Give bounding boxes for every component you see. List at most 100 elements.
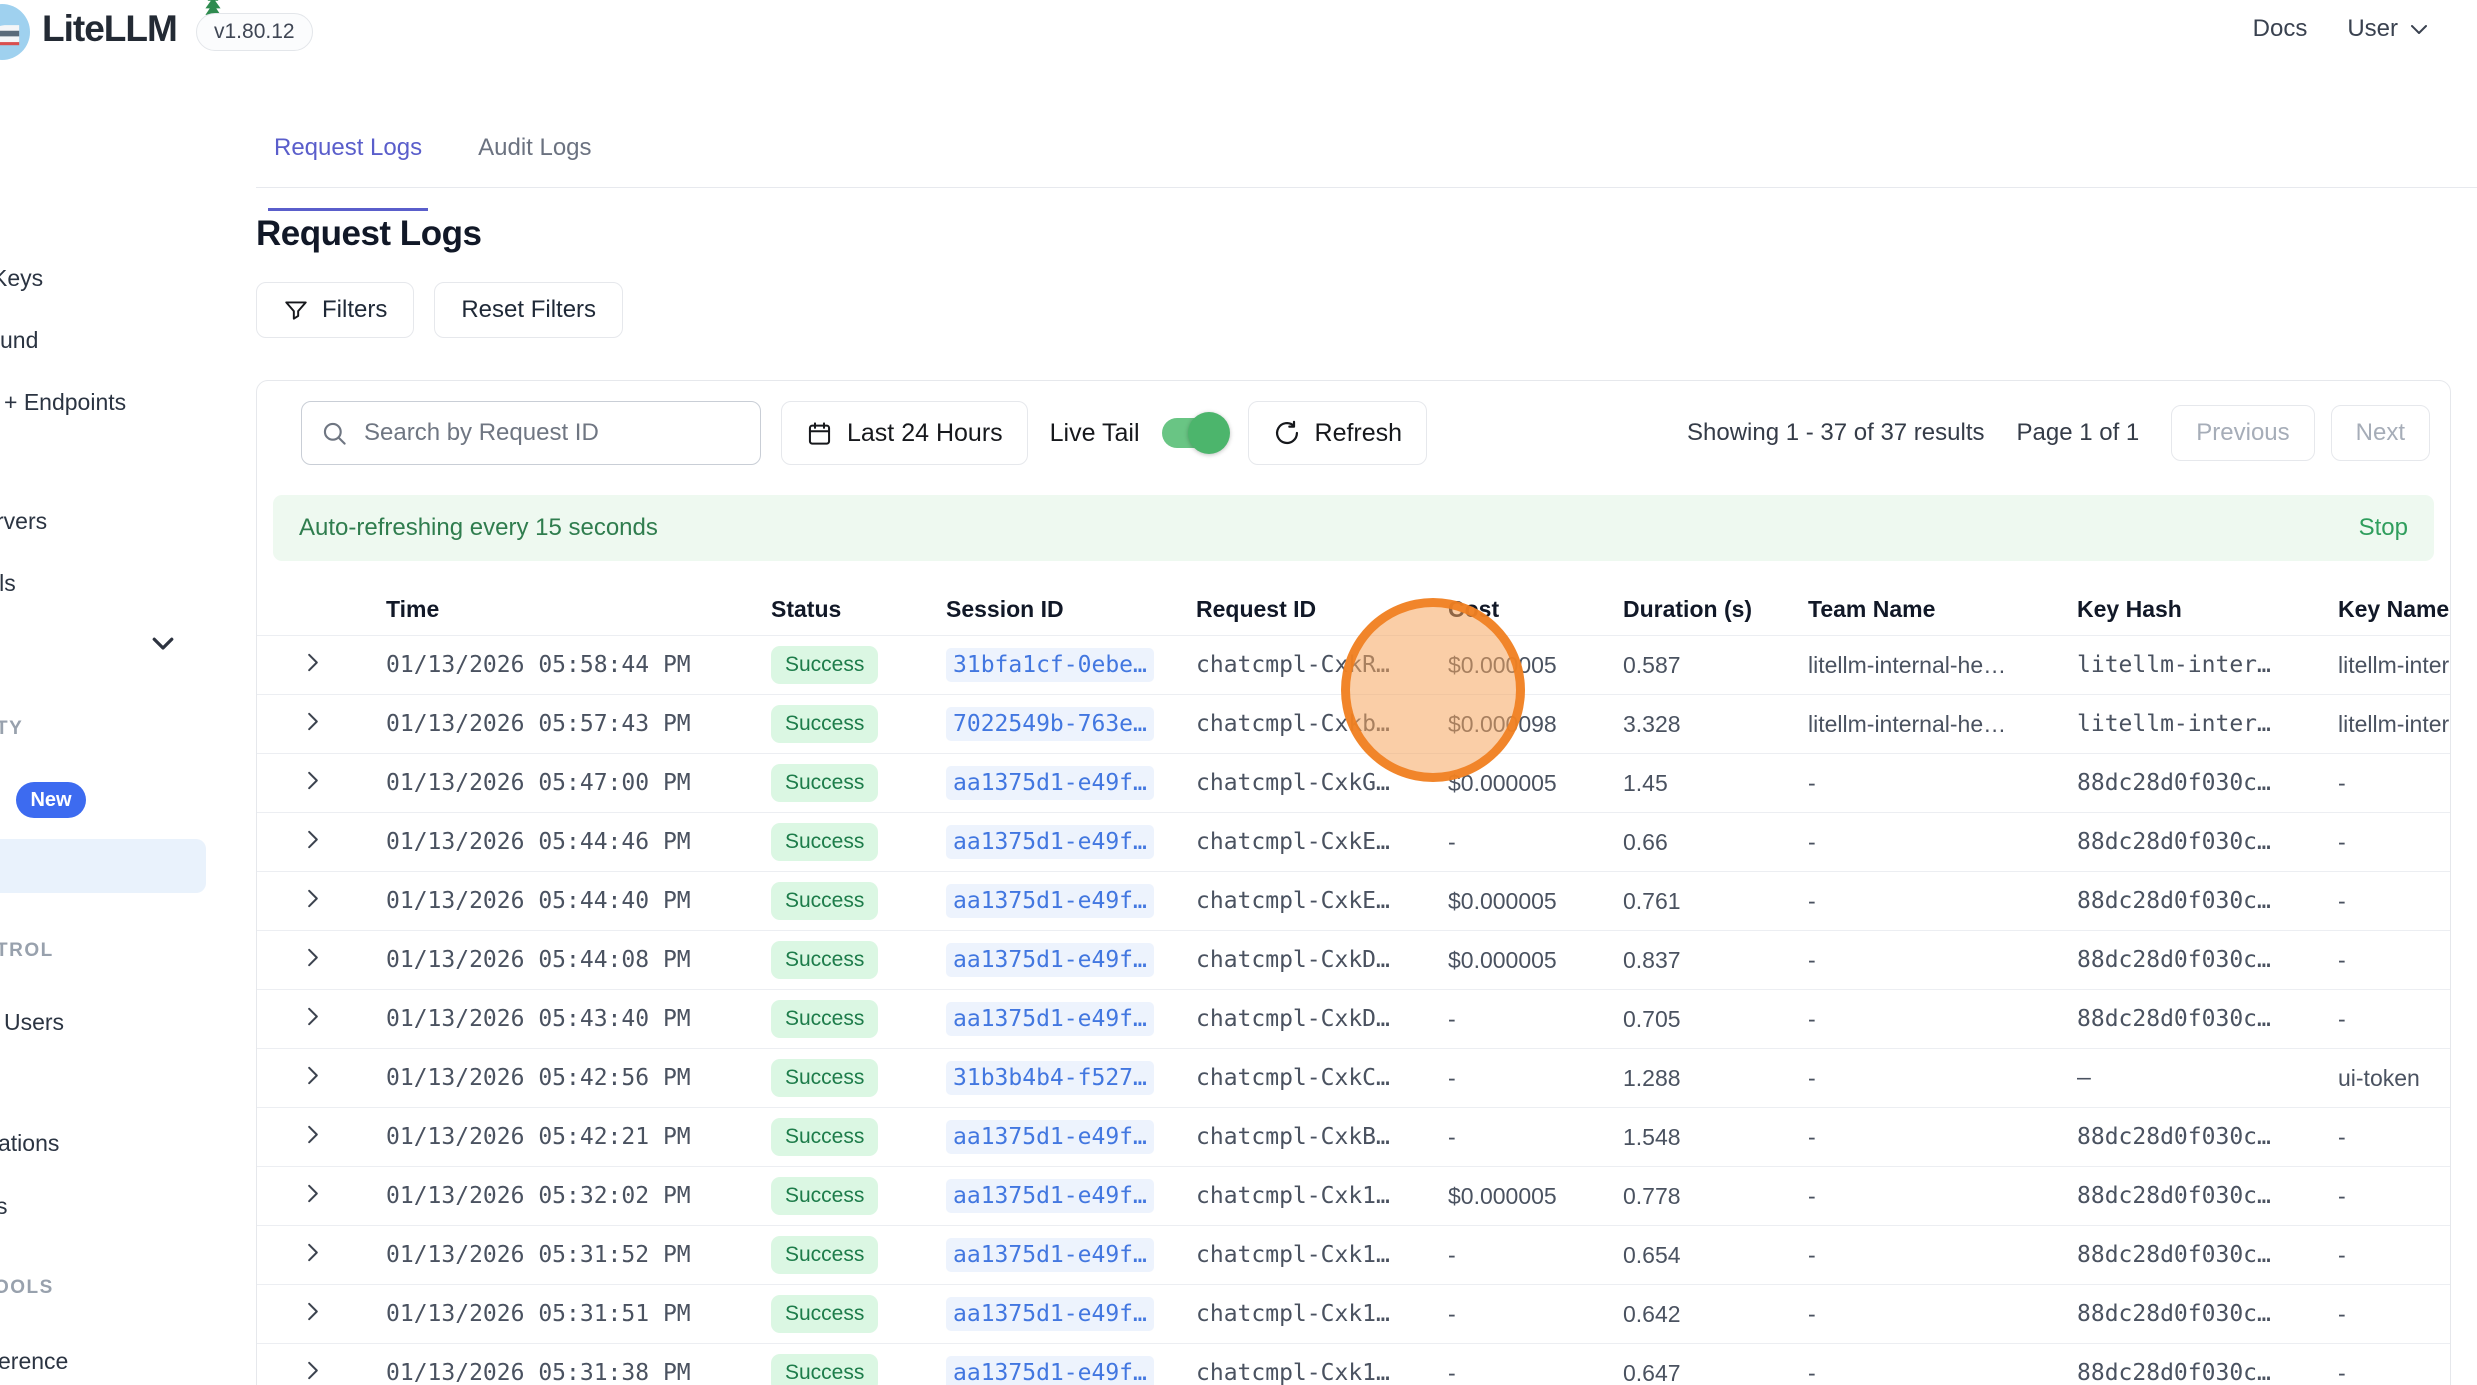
sidebar-item-playground[interactable]: und: [0, 327, 38, 354]
reset-filters-button[interactable]: Reset Filters: [434, 282, 623, 338]
cost-cell: -: [1448, 990, 1623, 1049]
col-key-name: Key Name: [2338, 583, 2451, 636]
expand-row-icon[interactable]: [301, 1005, 324, 1028]
sidebar-item-api-reference[interactable]: erence: [0, 1348, 68, 1375]
search-input[interactable]: [301, 401, 761, 465]
user-menu[interactable]: User: [2347, 15, 2431, 43]
sidebar-item-virtual-keys[interactable]: Keys: [0, 265, 43, 292]
team-name-cell: -: [1808, 1285, 2077, 1344]
expand-row-icon[interactable]: [301, 1123, 324, 1146]
key-name-cell: ui-token: [2338, 1049, 2451, 1108]
request-id-cell: chatcmpl-CxkC…: [1196, 1049, 1448, 1108]
table-row[interactable]: 01/13/2026 05:44:08 PM Success aa1375d1-…: [257, 931, 2451, 990]
cost-cell: $0.000005: [1448, 754, 1623, 813]
table-row[interactable]: 01/13/2026 05:32:02 PM Success aa1375d1-…: [257, 1167, 2451, 1226]
expand-row-icon[interactable]: [301, 710, 324, 733]
col-cost: Cost: [1448, 583, 1623, 636]
tab-request-logs[interactable]: Request Logs: [268, 128, 428, 187]
table-row[interactable]: 01/13/2026 05:44:40 PM Success aa1375d1-…: [257, 872, 2451, 931]
status-badge: Success: [771, 823, 878, 861]
filters-button[interactable]: Filters: [256, 282, 414, 338]
expand-cell: [257, 872, 386, 931]
expand-row-icon[interactable]: [301, 769, 324, 792]
session-id-link[interactable]: 31b3b4b4-f527…: [946, 1061, 1154, 1095]
sidebar-collapse-chevron-icon[interactable]: [148, 628, 178, 658]
expand-cell: [257, 1285, 386, 1344]
expand-row-icon[interactable]: [301, 1182, 324, 1205]
status-cell: Success: [771, 1167, 946, 1226]
expand-row-icon[interactable]: [301, 828, 324, 851]
time-range-button[interactable]: Last 24 Hours: [781, 401, 1028, 465]
table-row[interactable]: 01/13/2026 05:58:44 PM Success 31bfa1cf-…: [257, 636, 2451, 695]
table-row[interactable]: 01/13/2026 05:43:40 PM Success aa1375d1-…: [257, 990, 2451, 1049]
table-row[interactable]: 01/13/2026 05:31:52 PM Success aa1375d1-…: [257, 1226, 2451, 1285]
col-key-hash: Key Hash: [2077, 583, 2338, 636]
tab-bar: Request Logs Audit Logs: [256, 128, 2477, 188]
live-tail-toggle[interactable]: [1162, 418, 1226, 448]
status-cell: Success: [771, 1344, 946, 1385]
train-icon: [0, 18, 22, 52]
status-badge: Success: [771, 646, 878, 684]
time-cell: 01/13/2026 05:42:21 PM: [386, 1108, 771, 1167]
cost-cell: $0.000005: [1448, 1167, 1623, 1226]
table-row[interactable]: 01/13/2026 05:47:00 PM Success aa1375d1-…: [257, 754, 2451, 813]
request-id-cell: chatcmpl-CxkE…: [1196, 872, 1448, 931]
refresh-button[interactable]: Refresh: [1248, 401, 1428, 465]
sidebar-item-internal-users[interactable]: Users: [4, 1009, 64, 1036]
funnel-icon: [283, 297, 309, 323]
status-badge: Success: [771, 1000, 878, 1038]
previous-page-button[interactable]: Previous: [2171, 405, 2314, 461]
expand-row-icon[interactable]: [301, 651, 324, 674]
sidebar-item-teams[interactable]: s: [0, 1193, 8, 1220]
duration-cell: 0.587: [1623, 636, 1808, 695]
tab-audit-logs[interactable]: Audit Logs: [472, 128, 597, 187]
request-id-cell: chatcmpl-CxkG…: [1196, 754, 1448, 813]
expand-row-icon[interactable]: [301, 1300, 324, 1323]
key-hash-cell: 88dc28d0f030c…: [2077, 1285, 2338, 1344]
table-row[interactable]: 01/13/2026 05:57:43 PM Success 7022549b-…: [257, 695, 2451, 754]
brand-title: LiteLLM: [42, 8, 177, 50]
cost-cell: -: [1448, 813, 1623, 872]
session-id-link[interactable]: aa1375d1-e49f…: [946, 825, 1154, 859]
cost-cell: $0.000005: [1448, 872, 1623, 931]
expand-row-icon[interactable]: [301, 1064, 324, 1087]
team-name-cell: -: [1808, 754, 2077, 813]
session-id-link[interactable]: 31bfa1cf-0ebe…: [946, 648, 1154, 682]
session-id-link[interactable]: aa1375d1-e49f…: [946, 1179, 1154, 1213]
expand-row-icon[interactable]: [301, 1241, 324, 1264]
table-row[interactable]: 01/13/2026 05:44:46 PM Success aa1375d1-…: [257, 813, 2451, 872]
litellm-app: LiteLLM v1.80.12 Docs User Keys und + En…: [0, 0, 2477, 1385]
duration-cell: 0.837: [1623, 931, 1808, 990]
session-id-link[interactable]: aa1375d1-e49f…: [946, 1238, 1154, 1272]
next-page-button[interactable]: Next: [2331, 405, 2430, 461]
status-cell: Success: [771, 813, 946, 872]
table-row[interactable]: 01/13/2026 05:31:51 PM Success aa1375d1-…: [257, 1285, 2451, 1344]
request-id-cell: chatcmpl-CxkD…: [1196, 990, 1448, 1049]
docs-link[interactable]: Docs: [2253, 15, 2308, 43]
cost-cell: -: [1448, 1285, 1623, 1344]
stop-auto-refresh-link[interactable]: Stop: [2359, 514, 2408, 542]
session-id-link[interactable]: aa1375d1-e49f…: [946, 1356, 1154, 1385]
session-id-link[interactable]: aa1375d1-e49f…: [946, 1297, 1154, 1331]
time-cell: 01/13/2026 05:44:46 PM: [386, 813, 771, 872]
session-id-link[interactable]: aa1375d1-e49f…: [946, 884, 1154, 918]
sidebar-item-guardrails[interactable]: ils: [0, 570, 16, 597]
cost-cell: $0.000005: [1448, 636, 1623, 695]
sidebar-item-servers[interactable]: rvers: [0, 508, 47, 535]
expand-row-icon[interactable]: [301, 946, 324, 969]
session-cell: aa1375d1-e49f…: [946, 872, 1196, 931]
sidebar-item-logs-selected[interactable]: [0, 839, 206, 893]
table-row[interactable]: 01/13/2026 05:42:56 PM Success 31b3b4b4-…: [257, 1049, 2451, 1108]
expand-row-icon[interactable]: [301, 887, 324, 910]
sidebar-item-organizations[interactable]: ations: [0, 1130, 59, 1157]
table-row[interactable]: 01/13/2026 05:31:38 PM Success aa1375d1-…: [257, 1344, 2451, 1385]
sidebar-item-models-endpoints[interactable]: + Endpoints: [4, 389, 126, 416]
session-id-link[interactable]: 7022549b-763e…: [946, 707, 1154, 741]
session-id-link[interactable]: aa1375d1-e49f…: [946, 1120, 1154, 1154]
key-name-cell: -: [2338, 1285, 2451, 1344]
session-id-link[interactable]: aa1375d1-e49f…: [946, 943, 1154, 977]
session-id-link[interactable]: aa1375d1-e49f…: [946, 766, 1154, 800]
table-row[interactable]: 01/13/2026 05:42:21 PM Success aa1375d1-…: [257, 1108, 2451, 1167]
expand-row-icon[interactable]: [301, 1359, 324, 1382]
session-id-link[interactable]: aa1375d1-e49f…: [946, 1002, 1154, 1036]
